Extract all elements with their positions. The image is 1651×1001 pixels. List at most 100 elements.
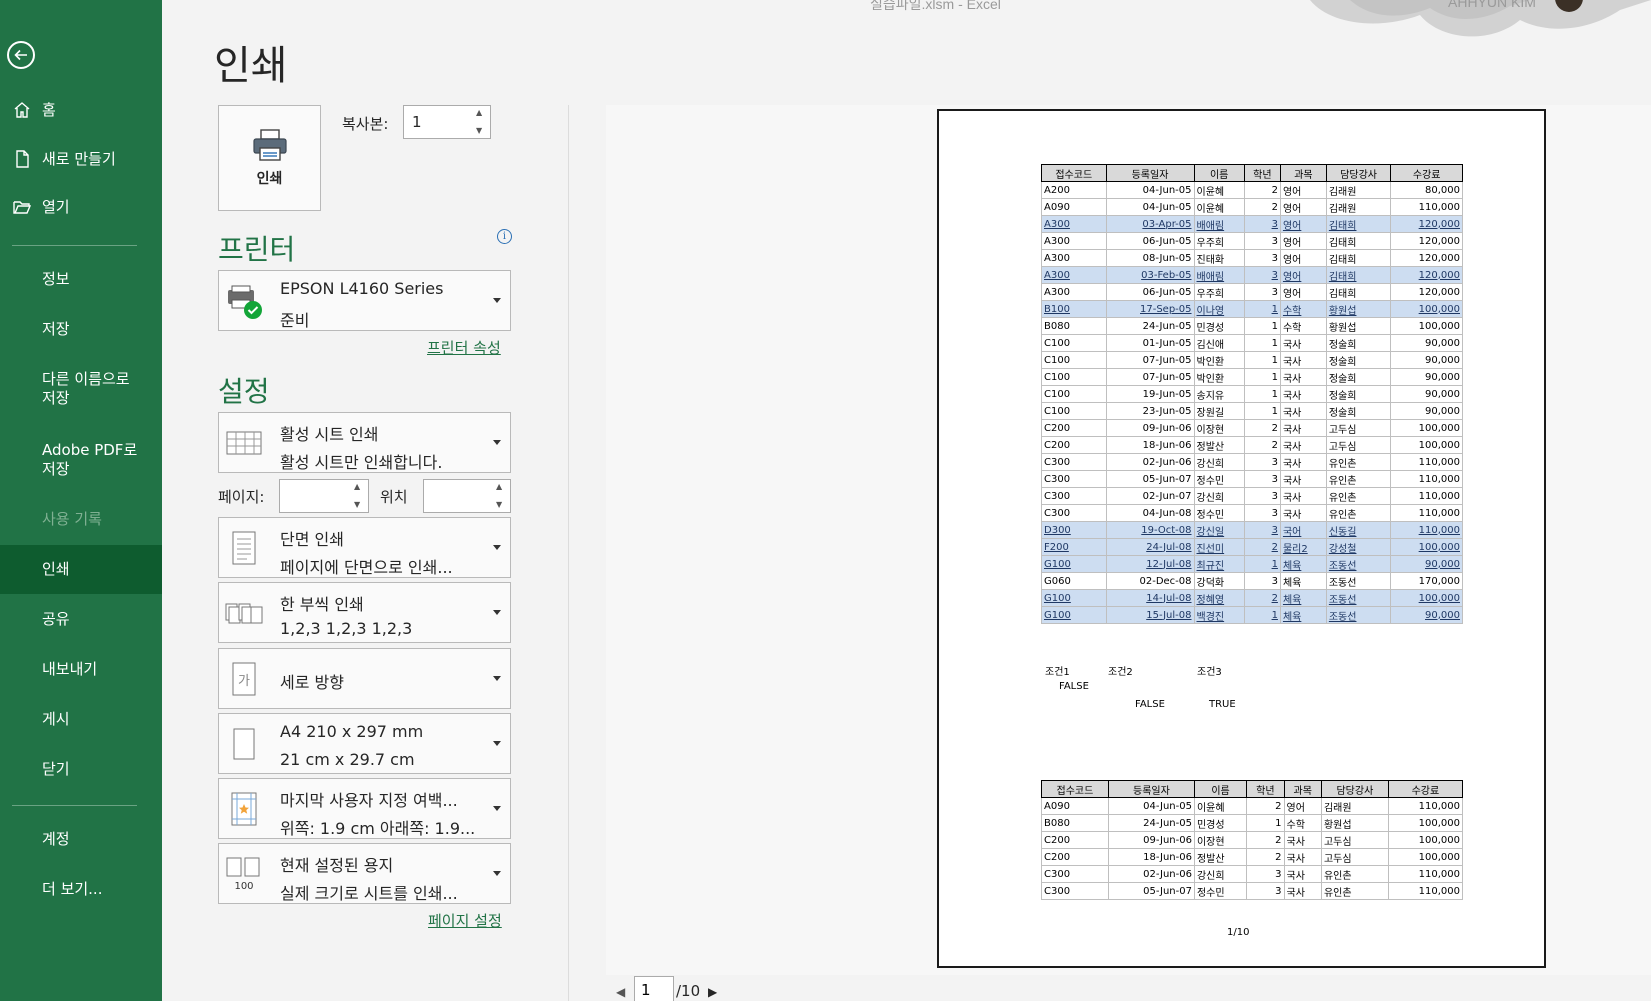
scaling-title: 현재 설정된 용지 [280, 856, 394, 875]
table-cell: 정술희 [1325, 402, 1392, 420]
print-scope-title: 활성 시트 인쇄 [280, 425, 379, 444]
table-cell: 김래원 [1325, 181, 1392, 199]
table-cell: 100,000 [1390, 436, 1463, 454]
paper-size-dropdown[interactable]: A4 210 x 297 mm 21 cm x 29.7 cm [218, 713, 511, 774]
table-cell: C100 [1041, 368, 1107, 386]
caret-down-icon [493, 545, 501, 550]
chevron-up-icon[interactable]: ▲ [354, 482, 364, 492]
chevron-down-icon[interactable]: ▼ [496, 500, 506, 510]
sidebar-item-share[interactable]: 공유 [0, 608, 162, 630]
table-cell: 15-Jul-08 [1105, 606, 1195, 624]
pages-from-arrows[interactable]: ▲ ▼ [354, 482, 364, 510]
table-cell: 04-Jun-08 [1105, 504, 1195, 522]
printer-dropdown[interactable]: EPSON L4160 Series 준비 [218, 270, 511, 331]
table-header-cell: 학년 [1246, 780, 1285, 798]
panel-divider [568, 105, 569, 1001]
sidebar-item-print[interactable]: 인쇄 [0, 545, 162, 594]
print-button-label: 인쇄 [256, 171, 283, 187]
chevron-down-icon[interactable]: ▼ [354, 500, 364, 510]
chevron-up-icon[interactable]: ▲ [476, 108, 486, 118]
sidebar-item-label: 공유 [42, 609, 70, 628]
copies-stepper[interactable]: ▲ ▼ [403, 105, 491, 139]
table-row: G100 14-Jul-08 정혜영 2 체육 조동선 100,000 [1041, 589, 1463, 607]
back-arrow-icon[interactable] [7, 41, 35, 69]
preview-table-main: 접수코드 등록일자 이름 학년 과목 담당강사 수강료 A200 04-Jun-05 이윤혜 2 영… [1041, 164, 1463, 624]
table-cell: 09-Jun-06 [1105, 419, 1195, 437]
sidebar-item-open[interactable]: 열기 [0, 194, 162, 220]
table-row: A090 04-Jun-05 이윤혜 2 영어 김래원 110,000 [1041, 198, 1463, 216]
info-icon[interactable]: i [497, 229, 512, 244]
table-cell: 이윤혜 [1193, 181, 1245, 199]
sidebar-item-info[interactable]: 정보 [0, 268, 162, 290]
table-cell: 110,000 [1390, 487, 1463, 505]
sidebar-item-close[interactable]: 닫기 [0, 758, 162, 780]
print-scope-dropdown[interactable]: 활성 시트 인쇄 활성 시트만 인쇄합니다. [218, 412, 511, 473]
print-button[interactable]: 인쇄 [218, 105, 321, 211]
chevron-down-icon[interactable]: ▼ [476, 126, 486, 136]
table-cell: 170,000 [1390, 572, 1463, 590]
sidebar-item-more[interactable]: 더 보기... [0, 878, 162, 900]
sidebar-separator [12, 245, 137, 246]
table-cell: C100 [1041, 402, 1107, 420]
table-cell: 3 [1243, 249, 1281, 267]
printer-properties-link[interactable]: 프린터 속성 [427, 337, 501, 358]
collate-dropdown[interactable]: 한 부씩 인쇄 1,2,3 1,2,3 1,2,3 [218, 582, 511, 643]
table-cell: 120,000 [1390, 215, 1463, 233]
sidebar-item-save-as[interactable]: 다른 이름으로 저장 [0, 369, 162, 409]
table-cell: 국사 [1283, 848, 1322, 866]
table-cell: 영어 [1283, 797, 1322, 815]
sidebar-item-label: 게시 [42, 709, 70, 728]
table-cell: 유인촌 [1325, 453, 1392, 471]
sidebar-item-save-as-adobe-pdf[interactable]: Adobe PDF로 저장 [0, 440, 162, 480]
sidebar-item-publish[interactable]: 게시 [0, 708, 162, 730]
table-cell: 국사 [1279, 453, 1327, 471]
sidebar-item-label: 새로 만들기 [42, 149, 116, 168]
sidebar-separator [12, 805, 137, 806]
table-cell: 18-Jun-06 [1105, 436, 1195, 454]
previous-page-icon[interactable]: ◀ [616, 985, 625, 999]
table-row: C100 07-Jun-05 박인환 1 국사 정술희 90,000 [1041, 368, 1463, 386]
table-cell: 국사 [1279, 385, 1327, 403]
table-cell: 02-Dec-08 [1105, 572, 1195, 590]
next-page-icon[interactable]: ▶ [708, 985, 717, 999]
pages-to-arrows[interactable]: ▲ ▼ [496, 482, 506, 510]
sidebar-item-save[interactable]: 저장 [0, 318, 162, 340]
sidebar-item-new[interactable]: 새로 만들기 [0, 146, 162, 172]
orientation-dropdown[interactable]: 가 세로 방향 [218, 648, 511, 709]
table-cell: 체육 [1279, 555, 1327, 573]
pages-to-label: 위치 [380, 488, 408, 506]
table-cell: C100 [1041, 351, 1107, 369]
pages-to-stepper[interactable]: ▲ ▼ [423, 479, 511, 513]
window-title: 실습파일.xlsm - Excel [870, 0, 1001, 12]
portrait-orientation-icon: 가 [224, 659, 264, 699]
chevron-up-icon[interactable]: ▲ [496, 482, 506, 492]
current-page-input[interactable] [634, 976, 674, 1001]
sidebar-item-export[interactable]: 내보내기 [0, 658, 162, 680]
sidebar-item-home[interactable]: 홈 [0, 97, 162, 123]
scaling-dropdown[interactable]: 100 현재 설정된 용지 실제 크기로 시트를 인쇄... [218, 843, 511, 904]
table-cell: G060 [1041, 572, 1107, 590]
table-cell: 체육 [1279, 572, 1327, 590]
printer-icon [252, 129, 287, 161]
sides-dropdown[interactable]: 단면 인쇄 페이지에 단면으로 인쇄... [218, 517, 511, 578]
copies-stepper-arrows[interactable]: ▲ ▼ [476, 108, 486, 136]
sidebar-item-account[interactable]: 계정 [0, 828, 162, 850]
table-cell: 120,000 [1390, 266, 1463, 284]
table-cell: 100,000 [1390, 589, 1463, 607]
table-cell: 110,000 [1390, 521, 1463, 539]
user-name[interactable]: AHHYUN KIM [1448, 0, 1536, 10]
page-setup-link[interactable]: 페이지 설정 [428, 910, 502, 931]
table-header-cell: 이름 [1193, 780, 1248, 798]
table-cell: A300 [1041, 249, 1107, 267]
table-cell: 100,000 [1387, 848, 1464, 866]
table-cell: 2 [1243, 198, 1281, 216]
sidebar-item-label: 정보 [42, 269, 70, 288]
margins-dropdown[interactable]: 마지막 사용자 지정 여백... 위쪽: 1.9 cm 아래쪽: 1.9... [218, 778, 511, 839]
table-cell: 110,000 [1390, 453, 1463, 471]
table-cell: 이윤혜 [1193, 198, 1245, 216]
table-cell: 이장현 [1193, 419, 1245, 437]
pages-from-stepper[interactable]: ▲ ▼ [279, 479, 369, 513]
table-cell: A200 [1041, 181, 1107, 199]
printer-section-title: 프린터 [218, 233, 296, 266]
table-cell: 황원섭 [1320, 814, 1389, 832]
